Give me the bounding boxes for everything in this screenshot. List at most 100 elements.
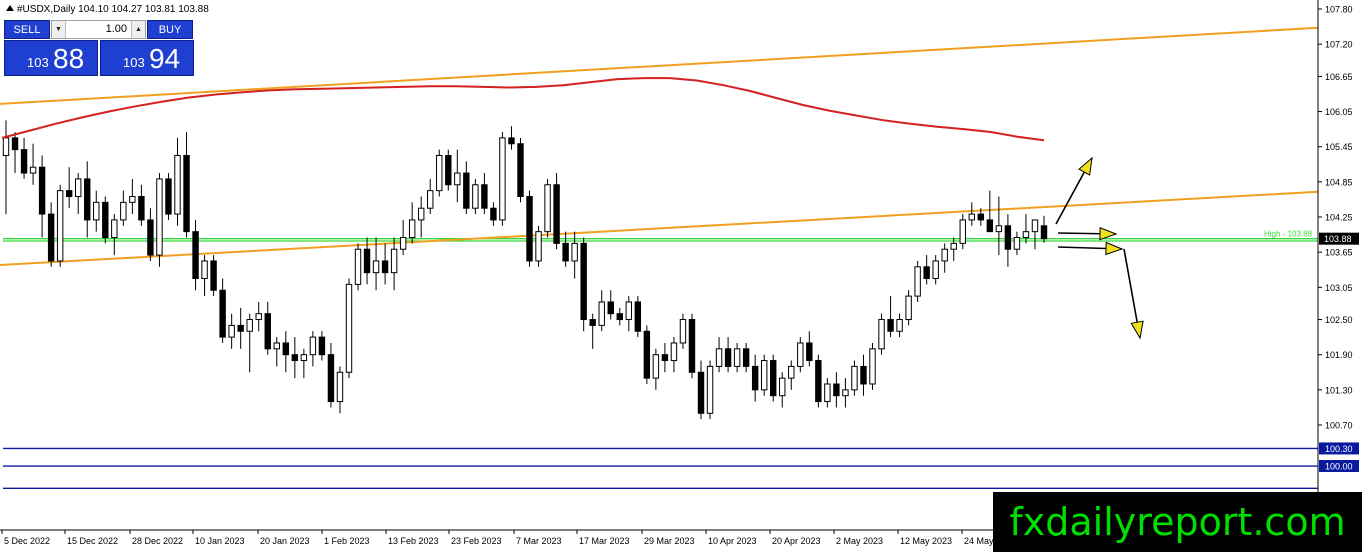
candle-body bbox=[327, 354, 335, 403]
candle-body bbox=[336, 371, 344, 403]
candle-body bbox=[851, 365, 858, 391]
candle-body bbox=[436, 154, 443, 192]
candle-body bbox=[454, 172, 461, 186]
candle-body bbox=[580, 242, 587, 321]
time-tick-label: 17 Mar 2023 bbox=[579, 536, 630, 546]
price-tick-label: 102.50 bbox=[1325, 315, 1353, 325]
lot-size-input[interactable]: 1.00 bbox=[68, 21, 129, 38]
sell-price-small: 103 bbox=[27, 55, 49, 70]
collapse-triangle-icon[interactable] bbox=[6, 5, 14, 11]
price-tick-label: 107.20 bbox=[1325, 40, 1353, 50]
price-tick-label: 103.05 bbox=[1325, 283, 1353, 293]
candle-body bbox=[932, 260, 939, 280]
sell-price-big: 88 bbox=[53, 43, 85, 74]
candle-body bbox=[318, 336, 326, 356]
price-chart[interactable]: 107.80 107.20 106.65 106.05 105.45 104.85 104.… bbox=[0, 0, 1362, 552]
price-tick-label: 107.80 bbox=[1325, 5, 1353, 15]
candle-body bbox=[715, 348, 723, 367]
candle-body bbox=[372, 260, 380, 274]
candle-body bbox=[427, 190, 434, 209]
candle-body bbox=[923, 266, 930, 280]
time-tick-label: 12 May 2023 bbox=[900, 536, 952, 546]
lot-increase-icon[interactable]: ▲ bbox=[131, 21, 145, 38]
price-tick-label: 104.25 bbox=[1325, 213, 1353, 223]
candle-body bbox=[499, 137, 506, 221]
candle-body bbox=[815, 360, 822, 403]
candle-body bbox=[102, 201, 109, 239]
candle-body bbox=[47, 213, 55, 262]
candle-body bbox=[309, 336, 317, 356]
candle-body bbox=[742, 348, 750, 367]
candle-body bbox=[905, 295, 912, 321]
candle-body bbox=[607, 301, 614, 315]
candle-body bbox=[472, 184, 479, 209]
sell-price[interactable]: 103 88 bbox=[4, 40, 98, 76]
buy-button[interactable]: BUY bbox=[147, 20, 193, 39]
candle-body bbox=[399, 237, 407, 250]
candle-body bbox=[1040, 225, 1048, 240]
candle-body bbox=[300, 354, 308, 362]
candle-body bbox=[860, 365, 867, 385]
candle-body bbox=[192, 231, 199, 280]
candle-body bbox=[751, 365, 759, 391]
candle-body bbox=[381, 260, 389, 274]
candle-body bbox=[255, 313, 262, 321]
buy-price-big: 94 bbox=[149, 43, 181, 74]
candle-body bbox=[219, 289, 226, 338]
candle-body bbox=[408, 219, 416, 239]
candle-body bbox=[120, 201, 127, 221]
candle-body bbox=[869, 348, 876, 385]
sell-button[interactable]: SELL bbox=[4, 20, 50, 39]
time-tick-label: 20 Jan 2023 bbox=[260, 536, 310, 546]
candle-body bbox=[165, 178, 172, 215]
candle-body bbox=[824, 383, 831, 403]
candle-body bbox=[84, 178, 91, 221]
candle-body bbox=[228, 324, 235, 338]
candle-body bbox=[652, 354, 660, 379]
lot-decrease-icon[interactable]: ▼ bbox=[52, 21, 66, 38]
candle-body bbox=[508, 137, 515, 145]
time-tick-label: 20 Apr 2023 bbox=[772, 536, 821, 546]
candle-body bbox=[571, 242, 578, 262]
candle-body bbox=[1013, 237, 1021, 250]
price-tick-label: 104.85 bbox=[1325, 177, 1353, 187]
buy-price[interactable]: 103 94 bbox=[100, 40, 194, 76]
candle-body bbox=[896, 319, 903, 332]
price-tick-label: 100.70 bbox=[1325, 421, 1353, 431]
candle-body bbox=[797, 342, 804, 367]
candle-body bbox=[914, 266, 921, 297]
current-price-label: 103.88 bbox=[1324, 234, 1352, 244]
candle-body bbox=[463, 172, 470, 209]
candle-body bbox=[156, 178, 163, 256]
candle-body bbox=[688, 319, 696, 373]
candle-body bbox=[679, 319, 687, 344]
candle-body bbox=[38, 166, 46, 215]
candle-body bbox=[643, 330, 651, 379]
candle-body bbox=[445, 154, 452, 186]
time-tick-label: 1 Feb 2023 bbox=[324, 536, 370, 546]
time-tick-label: 7 Mar 2023 bbox=[516, 536, 562, 546]
lot-size-stepper[interactable]: ▼ 1.00 ▲ bbox=[51, 20, 146, 39]
time-tick-label: 28 Dec 2022 bbox=[132, 536, 183, 546]
candle-body bbox=[661, 354, 669, 362]
high-line-label: High - 103.88 bbox=[1264, 230, 1313, 239]
price-tick-label: 103.65 bbox=[1325, 248, 1353, 258]
candle-body bbox=[291, 354, 299, 362]
candle-body bbox=[968, 213, 975, 221]
candle-body bbox=[147, 219, 154, 256]
candle-body bbox=[345, 283, 353, 373]
candle-body bbox=[129, 195, 136, 203]
candle-body bbox=[56, 190, 64, 262]
time-tick-label: 10 Apr 2023 bbox=[708, 536, 757, 546]
symbol-title: #USDX,Daily 104.10 104.27 103.81 103.88 bbox=[6, 4, 209, 15]
candle-body bbox=[788, 365, 795, 379]
price-tick-label: 101.30 bbox=[1325, 385, 1353, 395]
candle-body bbox=[1031, 219, 1039, 233]
price-tick-label: 105.45 bbox=[1325, 142, 1353, 152]
candle-body bbox=[950, 242, 957, 250]
candle-body bbox=[1004, 225, 1012, 250]
candle-body bbox=[282, 342, 290, 356]
candle-body bbox=[959, 219, 966, 244]
candle-body bbox=[724, 348, 732, 367]
candle-body bbox=[598, 301, 605, 326]
